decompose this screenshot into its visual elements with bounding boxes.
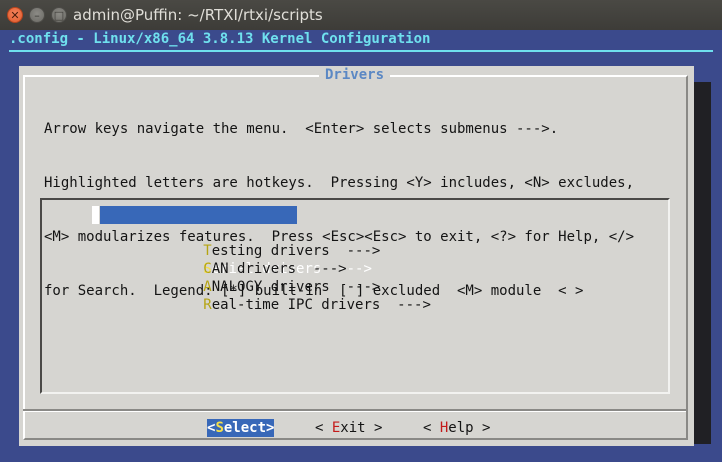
menu-box: Serial drivers ---> Testing drivers --->…: [40, 198, 670, 394]
window-titlebar[interactable]: ✕ – □ admin@Puffin: ~/RTXI/rtxi/scripts: [0, 0, 722, 31]
close-icon[interactable]: ✕: [7, 7, 23, 23]
help-line: Arrow keys navigate the menu. <Enter> se…: [44, 121, 559, 137]
menuconfig-dialog: Drivers Arrow keys navigate the menu. <E…: [19, 66, 694, 446]
dialog-title: Drivers: [319, 66, 391, 84]
menu-item-serial-drivers[interactable]: Serial drivers --->: [92, 206, 431, 277]
minimize-icon[interactable]: –: [29, 7, 45, 23]
exit-button[interactable]: < Exit >: [315, 419, 382, 437]
button-separator: [23, 409, 686, 412]
menu-cursor: [92, 206, 99, 224]
select-button[interactable]: <Select>: [207, 419, 275, 437]
help-line: Highlighted letters are hotkeys. Pressin…: [44, 175, 635, 191]
config-header: .config - Linux/x86_64 3.8.13 Kernel Con…: [9, 31, 431, 47]
menu-list: Serial drivers ---> Testing drivers --->…: [92, 206, 431, 313]
menu-item-analogy-drivers[interactable]: ANALOGY drivers --->: [92, 260, 431, 295]
help-button[interactable]: < Help >: [423, 419, 490, 437]
menu-item-can-drivers[interactable]: CAN drivers --->: [92, 242, 431, 277]
menu-item-realtime-ipc-drivers[interactable]: Real-time IPC drivers --->: [92, 278, 431, 313]
header-rule: [9, 50, 713, 52]
hotkey-letter: R: [203, 297, 212, 313]
terminal-area[interactable]: .config - Linux/x86_64 3.8.13 Kernel Con…: [0, 30, 722, 462]
menu-item-label: eal-time IPC drivers --->: [211, 297, 431, 313]
menu-item-testing-drivers[interactable]: Testing drivers --->: [92, 224, 431, 259]
button-row: <Select> < Exit > < Help >: [19, 419, 694, 437]
maximize-icon[interactable]: □: [51, 7, 67, 23]
window-title: admin@Puffin: ~/RTXI/rtxi/scripts: [73, 6, 323, 24]
selection-highlight: [100, 206, 297, 224]
